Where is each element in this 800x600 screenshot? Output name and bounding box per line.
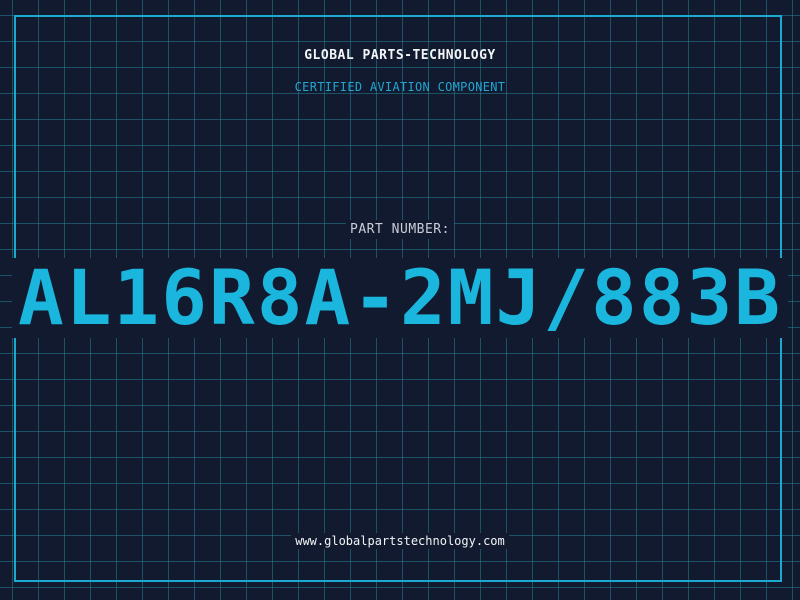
company-name: GLOBAL PARTS-TECHNOLOGY: [304, 48, 496, 63]
part-number-row: AL16R8A-2MJ/883B: [0, 258, 800, 338]
certificate-card: GLOBAL PARTS-TECHNOLOGY CERTIFIED AVIATI…: [0, 0, 800, 600]
part-number-value: AL16R8A-2MJ/883B: [11, 258, 789, 338]
website-url[interactable]: www.globalpartstechnology.com: [291, 533, 509, 549]
certification-subtitle: CERTIFIED AVIATION COMPONENT: [294, 80, 506, 94]
part-number-label-row: PART NUMBER:: [0, 218, 800, 239]
footer-row: www.globalpartstechnology.com: [0, 530, 800, 549]
part-number-label: PART NUMBER:: [346, 220, 454, 239]
